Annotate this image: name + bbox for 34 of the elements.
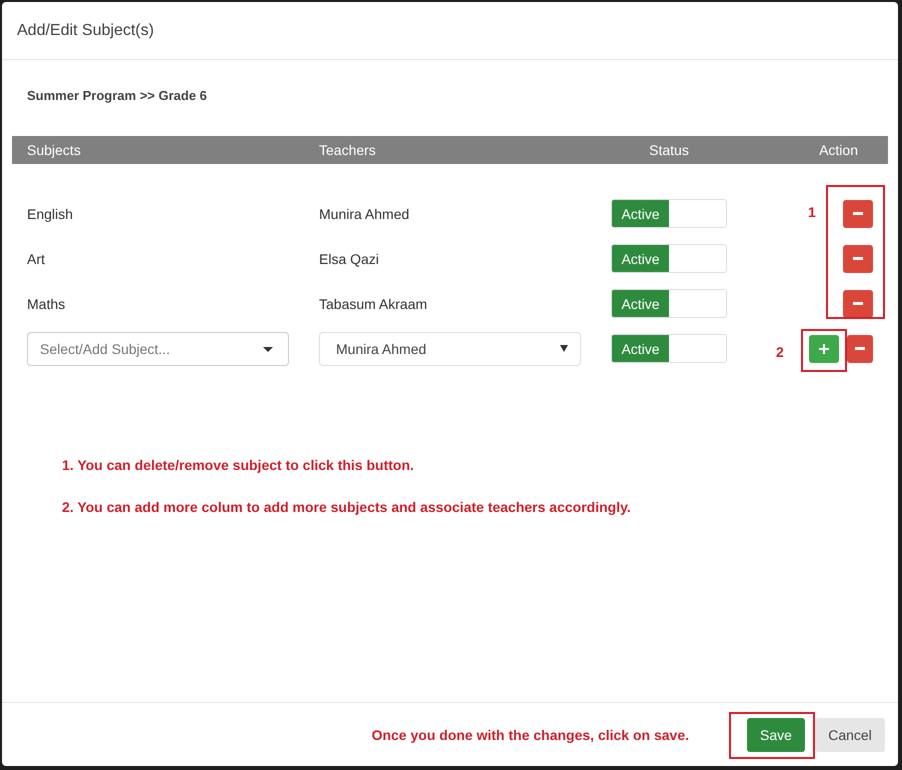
subject-name: Maths xyxy=(27,296,66,312)
teacher-name: Tabasum Akraam xyxy=(319,296,428,312)
status-toggle[interactable]: Active xyxy=(611,199,727,228)
column-header: Subjects xyxy=(26,142,81,158)
column-header: Teachers xyxy=(318,142,376,158)
cancel-button[interactable]: Cancel xyxy=(815,718,885,752)
subject-name: Art xyxy=(27,250,45,266)
callout-number: 2 xyxy=(776,344,784,360)
remove-button[interactable] xyxy=(843,290,873,318)
status-toggle[interactable]: Active xyxy=(611,289,727,318)
remove-button[interactable] xyxy=(847,334,873,362)
instruction-note: 1. You can delete/remove subject to click this button. xyxy=(62,457,415,473)
plus-icon xyxy=(819,344,829,354)
remove-button[interactable] xyxy=(843,244,873,272)
subject-select[interactable]: Select/Add Subject... xyxy=(27,332,289,366)
caret-icon xyxy=(560,345,568,352)
add-button[interactable] xyxy=(809,334,839,362)
dialog-title: Add/Edit Subject(s) xyxy=(17,22,154,40)
column-header: Status xyxy=(649,142,689,158)
save-button[interactable]: Save xyxy=(747,718,805,752)
teacher-name: Elsa Qazi xyxy=(319,250,379,266)
teacher-name: Munira Ahmed xyxy=(319,206,410,222)
instruction-note: Once you done with the changes, click on save. xyxy=(372,726,689,742)
callout-number: 1 xyxy=(808,204,816,220)
remove-button[interactable] xyxy=(843,200,873,228)
column-header: Action xyxy=(819,142,859,158)
status-toggle[interactable]: Active xyxy=(611,244,727,273)
subject-name: English xyxy=(27,206,73,222)
teacher-select[interactable]: Munira Ahmed xyxy=(319,332,581,366)
highlight-frame xyxy=(801,329,847,372)
breadcrumb: Summer Program >> Grade 6 xyxy=(27,88,207,103)
instruction-note: 2. You can add more colum to add more subjects and associate teachers accordingly. xyxy=(62,499,632,515)
status-toggle[interactable]: Active xyxy=(611,334,727,363)
caret-icon xyxy=(263,346,273,352)
